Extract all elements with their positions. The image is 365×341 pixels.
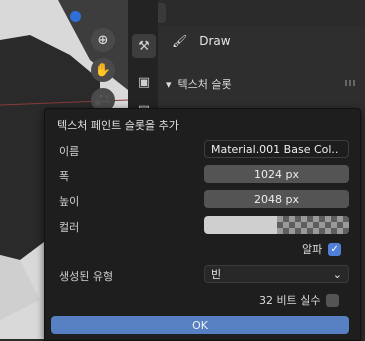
navigation-gizmo-dot[interactable] — [70, 11, 81, 22]
alpha-checkbox[interactable]: ✓ — [328, 242, 342, 256]
generated-type-value: 빈 — [211, 268, 222, 281]
name-label: 이름 — [59, 145, 80, 158]
pan-hand-icon[interactable]: ✋ — [91, 58, 115, 82]
disclosure-triangle-icon: ▾ — [166, 77, 172, 91]
color-alpha-checker — [276, 216, 349, 234]
active-tool-row: 🖌 Draw — [172, 34, 231, 48]
float-buffer-checkbox[interactable] — [326, 293, 340, 307]
render-tab-icon[interactable]: ▣ — [132, 70, 156, 94]
float-buffer-row[interactable]: 32 비트 실수 — [259, 292, 340, 308]
width-field[interactable]: 1024 px — [204, 165, 349, 183]
add-texture-paint-slot-dialog: 텍스처 페인트 슬롯을 추가 이름 Material.001 Base Col.… — [44, 108, 361, 341]
generated-type-label: 생성된 유형 — [59, 270, 114, 283]
brush-icon: 🖌 — [172, 34, 188, 48]
active-tool-label: Draw — [199, 34, 231, 48]
texture-slots-panel-header[interactable]: ▾ 텍스처 슬롯 — [166, 76, 232, 92]
height-label: 높이 — [59, 195, 80, 208]
color-solid-part — [204, 216, 277, 234]
height-field[interactable]: 2048 px — [204, 190, 349, 208]
chevron-down-icon: ⌄ — [332, 267, 342, 281]
color-picker-swatch[interactable] — [204, 216, 349, 234]
ok-button[interactable]: OK — [51, 316, 349, 334]
alpha-label: 알파 — [302, 243, 323, 256]
width-label: 폭 — [59, 170, 70, 183]
color-label: 컬러 — [59, 221, 80, 234]
checkmark-icon: ✓ — [330, 243, 339, 255]
tool-settings-tab-icon[interactable]: ⚒ — [132, 34, 156, 58]
panel-title: 텍스처 슬롯 — [177, 78, 232, 91]
dialog-title: 텍스처 페인트 슬롯을 추가 — [57, 119, 179, 132]
generated-type-dropdown[interactable]: 빈 ⌄ — [204, 265, 349, 283]
alpha-checkbox-row[interactable]: 알파 ✓ — [302, 241, 342, 257]
zoom-icon[interactable]: ⊕ — [91, 28, 115, 52]
name-field[interactable]: Material.001 Base Col.. — [204, 140, 349, 158]
panel-drag-handle[interactable] — [345, 80, 357, 86]
float-buffer-label: 32 비트 실수 — [259, 294, 321, 307]
